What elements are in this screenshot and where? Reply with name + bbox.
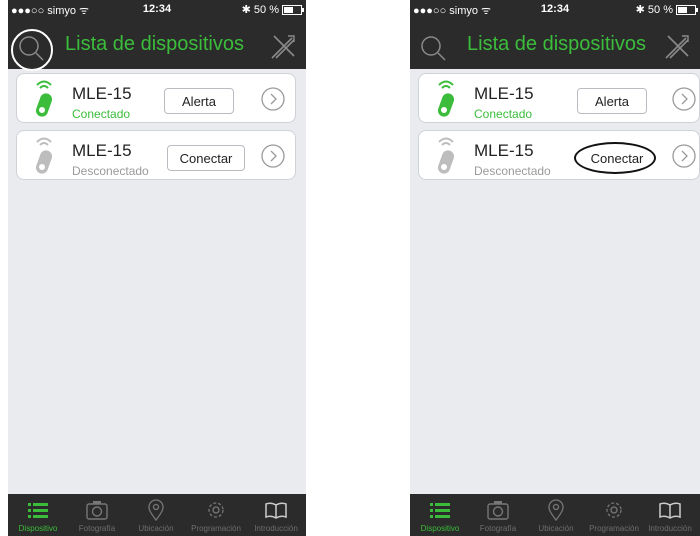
device-row[interactable]: MLE-15 Conectado Alerta: [418, 73, 700, 123]
camera-icon: [86, 501, 108, 520]
battery-icon: [676, 4, 698, 15]
tab-dispositivo[interactable]: Dispositivo: [410, 494, 470, 536]
device-name: MLE-15: [72, 84, 132, 103]
tab-label: Dispositivo: [18, 524, 58, 533]
connect-button[interactable]: Conectar: [578, 145, 656, 171]
chevron-right-icon[interactable]: [260, 143, 286, 169]
camera-icon: [487, 501, 509, 520]
device-name: MLE-15: [474, 141, 534, 160]
tag-connected-icon: [35, 80, 53, 117]
device-row[interactable]: MLE-15 Desconectado Conectar: [16, 130, 296, 180]
tab-label: Dispositivo: [420, 524, 460, 533]
tab-fotografia[interactable]: Fotografía: [468, 494, 528, 536]
tab-dispositivo[interactable]: Dispositivo: [8, 494, 68, 536]
tab-label: Programación: [191, 524, 241, 533]
connect-button[interactable]: Conectar: [167, 145, 245, 171]
tab-label: Ubicación: [138, 524, 174, 533]
alert-button[interactable]: Alerta: [577, 88, 647, 114]
device-status: Conectado: [72, 107, 131, 121]
gear-icon: [208, 502, 224, 518]
battery-icon: [282, 4, 304, 15]
device-status: Desconectado: [474, 164, 551, 178]
device-status: Desconectado: [72, 164, 149, 178]
tab-label: Ubicación: [538, 524, 574, 533]
page-title: Lista de dispositivos: [65, 33, 244, 55]
search-highlight-circle: [11, 29, 53, 71]
tab-bar: Dispositivo Fotografía Ubicación Program…: [8, 494, 306, 536]
list-icon: [430, 503, 450, 518]
nav-bar: Lista de dispositivos: [410, 20, 700, 69]
tab-label: Programación: [589, 524, 639, 533]
tag-connected-icon: [437, 80, 455, 117]
device-row[interactable]: MLE-15 Desconectado Conectar: [418, 130, 700, 180]
device-name: MLE-15: [72, 141, 132, 160]
tab-label: Fotografía: [479, 524, 517, 533]
book-icon: [659, 502, 681, 519]
search-icon[interactable]: [416, 31, 450, 65]
device-name: MLE-15: [474, 84, 534, 103]
gear-icon: [606, 502, 622, 518]
location-pin-icon: [148, 499, 164, 521]
tab-introduccion[interactable]: Introducción: [640, 494, 700, 536]
status-bar: ●●●○○ simyo ᯤ 12:34 ✱ 50 %: [410, 0, 700, 20]
battery-indicator: ✱ 50 %: [635, 3, 698, 16]
battery-label: ✱ 50 %: [241, 4, 279, 16]
list-icon: [28, 503, 48, 518]
status-bar: ●●●○○ simyo ᯤ 12:34 ✱ 50 %: [8, 0, 306, 20]
device-status: Conectado: [474, 107, 533, 121]
tab-programacion[interactable]: Programación: [186, 494, 246, 536]
tab-bar: Dispositivo Fotografía Ubicación Program…: [410, 494, 700, 536]
alert-button[interactable]: Alerta: [164, 88, 234, 114]
nav-bar: Lista de dispositivos: [8, 20, 306, 69]
battery-label: ✱ 50 %: [635, 4, 673, 16]
tag-disconnected-icon: [35, 137, 53, 174]
tab-label: Fotografía: [78, 524, 116, 533]
tag-disconnected-icon: [437, 137, 455, 174]
phone-screen-left: ●●●○○ simyo ᯤ 12:34 ✱ 50 % Lista de disp…: [8, 0, 306, 536]
tools-icon[interactable]: [268, 32, 298, 62]
tab-ubicacion[interactable]: Ubicación: [526, 494, 586, 536]
tab-programacion[interactable]: Programación: [584, 494, 644, 536]
chevron-right-icon[interactable]: [671, 143, 697, 169]
tools-icon[interactable]: [662, 32, 692, 62]
device-row[interactable]: MLE-15 Conectado Alerta: [16, 73, 296, 123]
tab-label: Introducción: [648, 524, 692, 533]
location-pin-icon: [548, 499, 564, 521]
book-icon: [265, 502, 287, 519]
chevron-right-icon[interactable]: [260, 86, 286, 112]
chevron-right-icon[interactable]: [671, 86, 697, 112]
page-title: Lista de dispositivos: [467, 33, 646, 55]
tab-ubicacion[interactable]: Ubicación: [126, 494, 186, 536]
tab-introduccion[interactable]: Introducción: [246, 494, 306, 536]
battery-indicator: ✱ 50 %: [241, 3, 304, 16]
tab-label: Introducción: [254, 524, 298, 533]
tab-fotografia[interactable]: Fotografía: [67, 494, 127, 536]
phone-screen-right: ●●●○○ simyo ᯤ 12:34 ✱ 50 % Lista de disp…: [410, 0, 700, 536]
